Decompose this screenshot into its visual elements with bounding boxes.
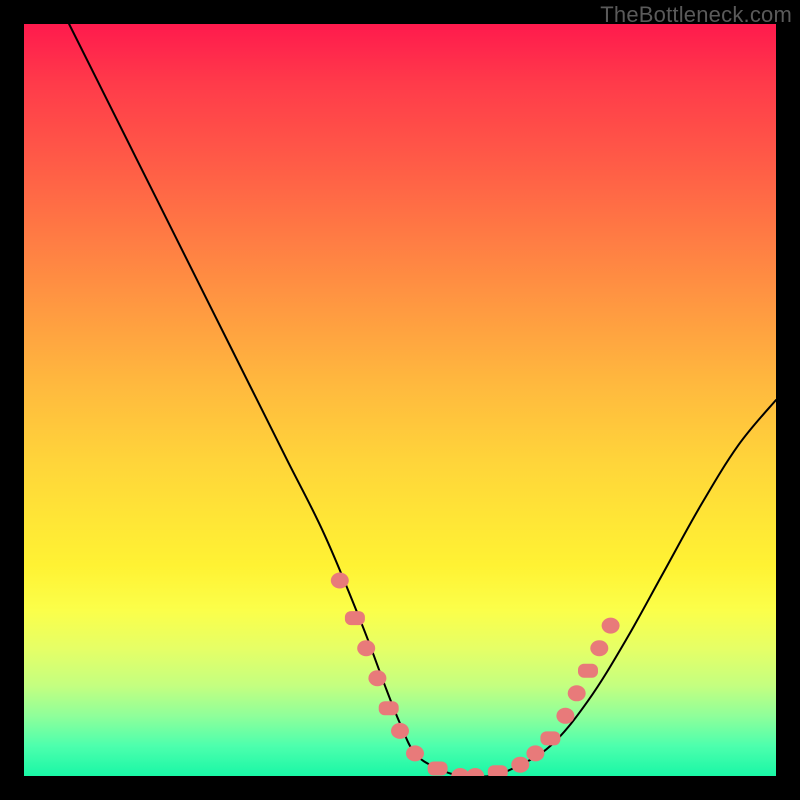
bottleneck-curve [69,24,776,776]
marker-point [540,731,560,745]
marker-point [466,768,484,776]
marker-point [331,573,349,589]
watermark-text: TheBottleneck.com [600,2,792,28]
marker-point [368,670,386,686]
marker-point [357,640,375,656]
marker-point [428,762,448,776]
marker-point [526,745,544,761]
marker-point [556,708,574,724]
marker-point [379,701,399,715]
marker-point [406,745,424,761]
marker-point [511,757,529,773]
chart-plot-area [24,24,776,776]
marker-point [488,765,508,776]
marker-point [568,685,586,701]
marker-point [602,618,620,634]
marker-point [578,664,598,678]
highlight-markers [331,573,620,777]
marker-point [345,611,365,625]
marker-point [391,723,409,739]
marker-point [590,640,608,656]
chart-svg [24,24,776,776]
